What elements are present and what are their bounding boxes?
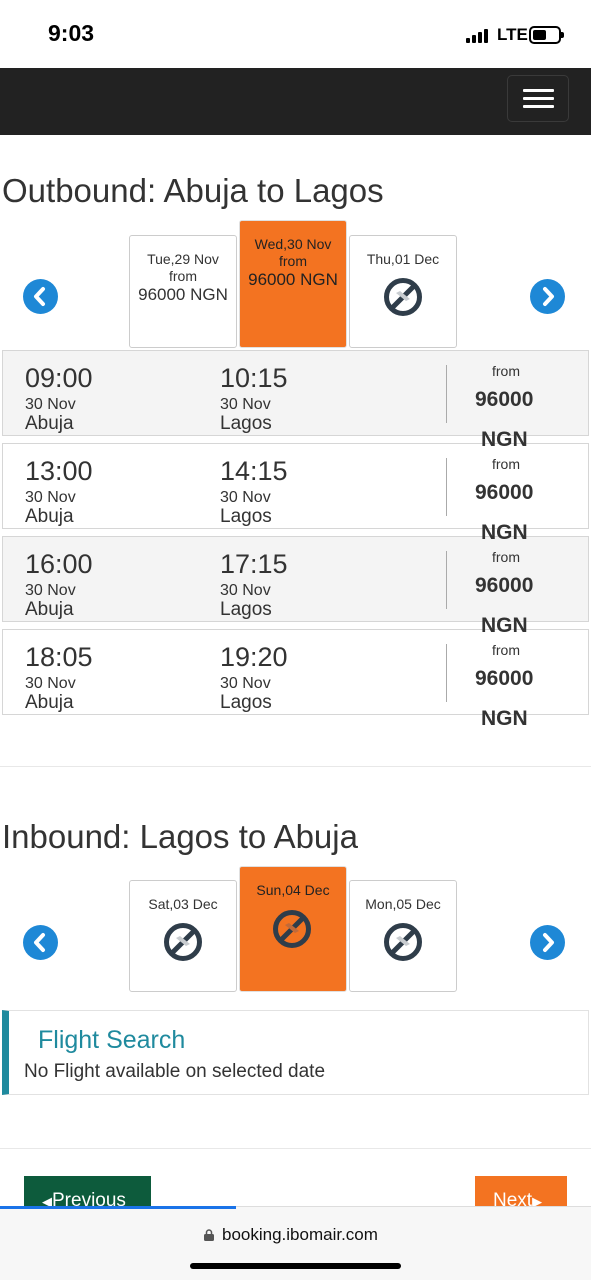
flight-row[interactable]: 16:00 30 Nov Abuja 17:15 30 Nov Lagos fr… [2,536,589,637]
inbound-prev-arrow[interactable] [23,925,58,960]
divider [446,551,447,609]
chevron-left-icon [34,287,45,306]
outbound-date-1[interactable]: Wed,30 Nov from 96000 NGN [239,220,347,348]
departure-city: Abuja [25,413,74,434]
arrival-date: 30 Nov [220,489,271,506]
flight-currency: NGN [481,707,528,730]
arrival-date: 30 Nov [220,582,271,599]
date-from: from [279,253,307,269]
divider [446,365,447,423]
date-price: 96000 NGN [248,270,338,289]
departure-city: Abuja [25,506,74,527]
outbound-date-2[interactable]: Thu,01 Dec [349,235,457,348]
no-flight-icon [384,278,422,316]
price-from: from [492,363,520,379]
date-label: Wed,30 Nov [254,236,332,252]
menu-icon[interactable] [507,75,569,122]
flight-price: 96000 [475,388,534,411]
arrival-time: 19:20 [220,642,288,672]
url-field[interactable]: booking.ibomair.com [222,1225,378,1245]
flight-currency: NGN [481,428,528,451]
departure-date: 30 Nov [25,582,76,599]
date-label: Sat,03 Dec [148,896,218,912]
departure-date: 30 Nov [25,489,76,506]
inbound-title: Inbound: Lagos to Abuja [2,818,358,855]
departure-time: 18:05 [25,642,93,672]
section-divider [0,766,591,767]
flight-price: 96000 [475,667,534,690]
outbound-next-arrow[interactable] [530,279,565,314]
date-label: Thu,01 Dec [366,251,440,267]
departure-time: 16:00 [25,549,93,579]
arrival-city: Lagos [220,413,272,434]
date-label: Mon,05 Dec [365,896,441,912]
flight-search-message: No Flight available on selected date [24,1061,326,1082]
chevron-right-icon [543,287,554,306]
status-time: 9:03 [48,20,95,46]
arrival-date: 30 Nov [220,675,271,692]
signal-icon [466,29,490,43]
navbar [0,68,591,135]
arrival-city: Lagos [220,506,272,527]
status-bar: 9:03 LTE [0,0,591,68]
date-label: Tue,29 Nov [147,251,219,267]
outbound-date-0[interactable]: Tue,29 Nov from 96000 NGN [129,235,237,348]
divider [446,458,447,516]
departure-city: Abuja [25,599,74,620]
flight-currency: NGN [481,521,528,544]
inbound-next-arrow[interactable] [530,925,565,960]
outbound-prev-arrow[interactable] [23,279,58,314]
divider [446,644,447,702]
outbound-title: Outbound: Abuja to Lagos [2,172,384,209]
arrival-time: 10:15 [220,363,288,393]
flight-row[interactable]: 13:00 30 Nov Abuja 14:15 30 Nov Lagos fr… [2,443,589,544]
no-flight-icon [273,910,311,948]
lock-icon [204,1229,214,1241]
home-indicator [190,1263,401,1269]
network-label: LTE [497,25,528,44]
flight-row[interactable]: 09:00 30 Nov Abuja 10:15 30 Nov Lagos fr… [2,350,589,451]
chevron-right-icon [543,933,554,952]
arrival-date: 30 Nov [220,396,271,413]
price-from: from [492,456,520,472]
price-from: from [492,549,520,565]
no-flight-icon [384,923,422,961]
flight-currency: NGN [481,614,528,637]
departure-city: Abuja [25,692,74,713]
arrival-time: 14:15 [220,456,288,486]
flight-row[interactable]: 18:05 30 Nov Abuja 19:20 30 Nov Lagos fr… [2,629,589,730]
departure-time: 09:00 [25,363,93,393]
arrival-city: Lagos [220,692,272,713]
inbound-date-1[interactable]: Sun,04 Dec [239,866,347,992]
inbound-date-2[interactable]: Mon,05 Dec [349,880,457,992]
chevron-left-icon [34,933,45,952]
departure-time: 13:00 [25,456,93,486]
browser-bar: booking.ibomair.com [0,1206,591,1280]
flight-price: 96000 [475,574,534,597]
departure-date: 30 Nov [25,396,76,413]
flight-price: 96000 [475,481,534,504]
battery-icon [529,26,564,44]
arrival-city: Lagos [220,599,272,620]
flight-search-alert: Flight Search No Flight available on sel… [2,1010,589,1095]
date-price: 96000 NGN [138,285,228,304]
no-flight-icon [164,923,202,961]
page-load-progress [0,1206,236,1209]
arrival-time: 17:15 [220,549,288,579]
date-from: from [169,268,197,284]
departure-date: 30 Nov [25,675,76,692]
flight-search-title: Flight Search [38,1026,186,1054]
inbound-date-0[interactable]: Sat,03 Dec [129,880,237,992]
section-divider [0,1148,591,1149]
price-from: from [492,642,520,658]
date-label: Sun,04 Dec [256,882,330,898]
